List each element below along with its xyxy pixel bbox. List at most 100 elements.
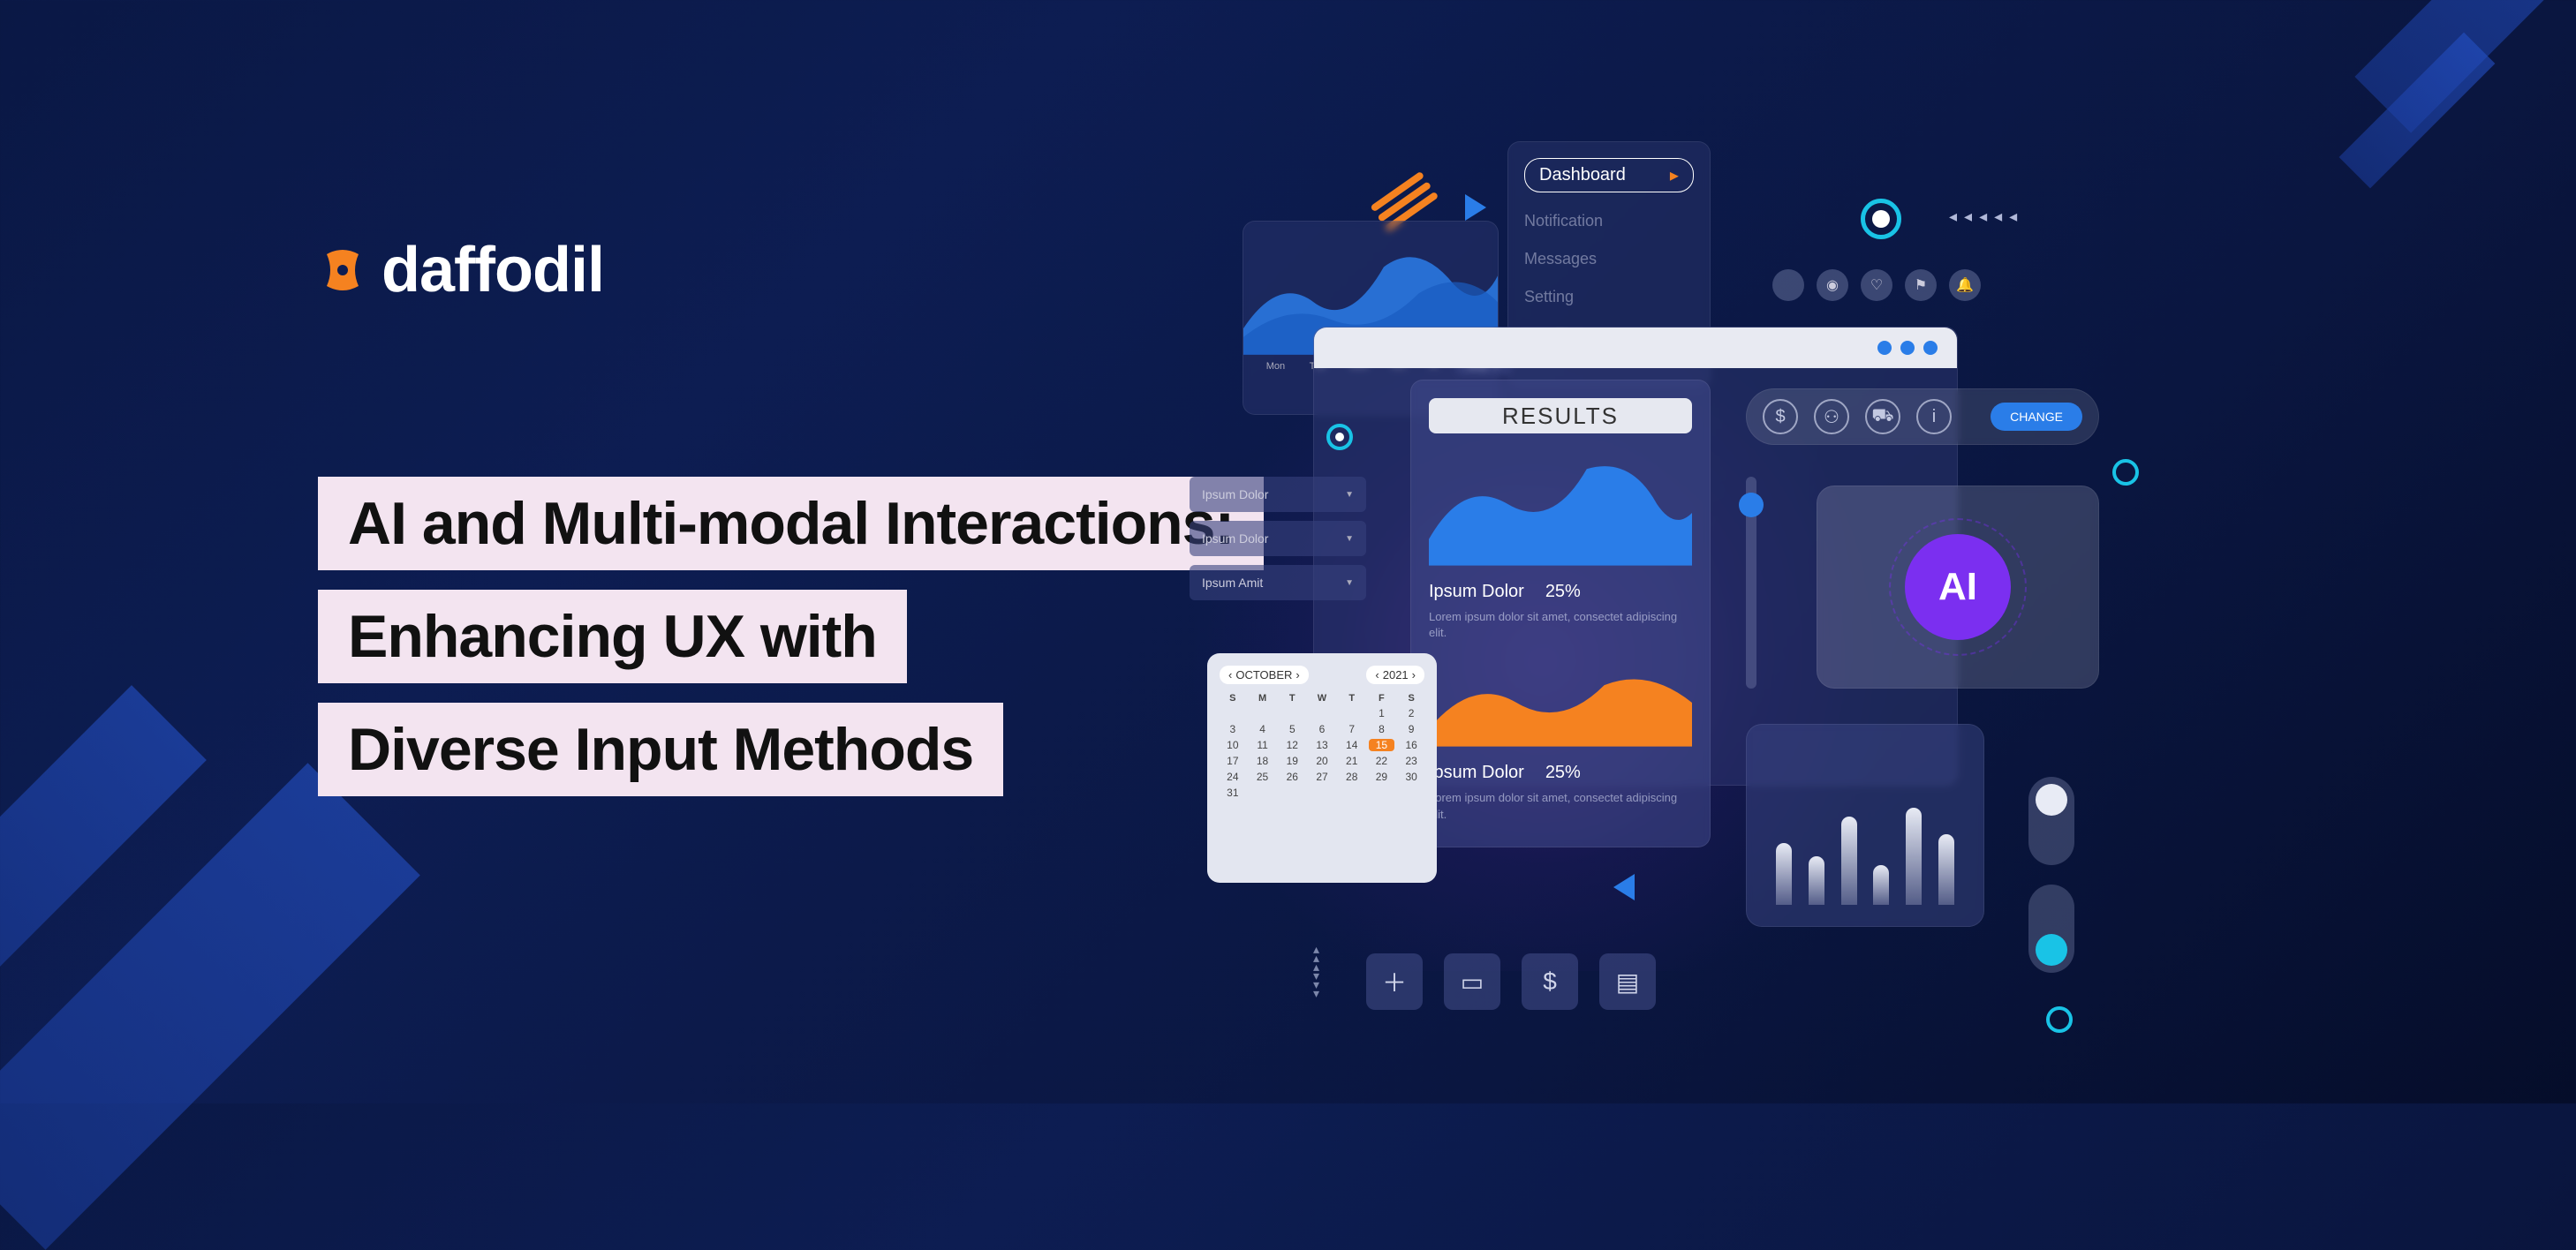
back-icon (1613, 874, 1635, 900)
cal-day[interactable]: 20 (1309, 755, 1335, 767)
cal-day[interactable] (1309, 787, 1335, 799)
plus-icon[interactable]: ＋ (1366, 953, 1423, 1010)
dow-label: S (1220, 693, 1246, 704)
menu-item-setting[interactable]: Setting (1524, 288, 1694, 306)
cal-day[interactable]: 7 (1339, 723, 1365, 735)
cal-day[interactable]: 13 (1309, 739, 1335, 751)
cal-day[interactable]: 12 (1279, 739, 1305, 751)
cal-day[interactable] (1339, 787, 1365, 799)
calendar-year-label: 2021 (1383, 668, 1409, 681)
cal-day[interactable] (1250, 787, 1276, 799)
cal-day[interactable]: 5 (1279, 723, 1305, 735)
bar-icon (1809, 856, 1824, 905)
calendar-month-picker[interactable]: ‹ OCTOBER › (1220, 666, 1309, 684)
cal-day[interactable]: 9 (1398, 723, 1424, 735)
cal-day[interactable]: 23 (1398, 755, 1424, 767)
calendar-month-label: OCTOBER (1235, 668, 1292, 681)
dow-label: W (1309, 693, 1335, 704)
info-icon[interactable]: i (1916, 399, 1952, 434)
menu-active-label: Dashboard (1539, 165, 1626, 185)
cal-day[interactable]: 31 (1220, 787, 1246, 799)
cal-day[interactable] (1220, 707, 1246, 719)
bell-icon: 🔔 (1949, 269, 1981, 301)
dropdown-list: Ipsum Dolor Ipsum Dolor Ipsum Amit (1190, 477, 1366, 609)
dropdown-item[interactable]: Ipsum Dolor (1190, 477, 1366, 512)
calendar-year-picker[interactable]: ‹ 2021 › (1366, 666, 1424, 684)
results-stat-1: Ipsum Dolor 25% (1429, 582, 1692, 602)
cal-day[interactable] (1250, 707, 1276, 719)
cal-day[interactable]: 11 (1250, 739, 1276, 751)
wallet-icon[interactable]: ▭ (1444, 953, 1500, 1010)
stat-value: 25% (1545, 582, 1581, 602)
dollar-icon[interactable]: $ (1763, 399, 1798, 434)
vertical-slider-thumb[interactable] (1739, 493, 1764, 517)
triangle-stack-icon: ▴▴▴▾▾▾ (1313, 945, 1319, 998)
browser-titlebar (1314, 328, 1957, 368)
bar-chart-card (1746, 724, 1984, 927)
cal-day[interactable]: 18 (1250, 755, 1276, 767)
window-dot-icon (1877, 341, 1892, 355)
menu-item-messages[interactable]: Messages (1524, 250, 1694, 268)
ring-icon (1326, 424, 1353, 450)
cal-day[interactable]: 4 (1250, 723, 1276, 735)
window-dot-icon (1900, 341, 1915, 355)
user-icon[interactable]: ⚇ (1814, 399, 1849, 434)
cal-day[interactable]: 21 (1339, 755, 1365, 767)
calendar-card: ‹ OCTOBER › ‹ 2021 › S M T W T F S 12 34… (1207, 653, 1437, 883)
dow-label: S (1398, 693, 1424, 704)
dropdown-label: Ipsum Dolor (1202, 531, 1268, 546)
cal-day[interactable] (1398, 787, 1424, 799)
cal-day[interactable]: 17 (1220, 755, 1246, 767)
dollar-icon[interactable]: $ (1522, 953, 1578, 1010)
circle-icon: ◉ (1817, 269, 1848, 301)
cal-day-today[interactable]: 15 (1369, 739, 1395, 751)
toggle-switch[interactable] (2028, 885, 2074, 973)
cal-day[interactable]: 14 (1339, 739, 1365, 751)
cal-day[interactable]: 25 (1250, 771, 1276, 783)
logo-mark-icon (318, 245, 367, 295)
cal-day[interactable]: 10 (1220, 739, 1246, 751)
toggle-group (2028, 777, 2074, 973)
headline-line-2: Enhancing UX with (318, 590, 907, 683)
ai-chip-card: AI (1817, 486, 2099, 689)
ai-chip-icon: AI (1905, 534, 2011, 640)
cal-day[interactable]: 22 (1369, 755, 1395, 767)
cal-day[interactable] (1339, 707, 1365, 719)
cal-day[interactable]: 2 (1398, 707, 1424, 719)
logo-text: daffodil (381, 234, 604, 306)
cal-day[interactable]: 26 (1279, 771, 1305, 783)
stat-description: Lorem ipsum dolor sit amet, consectet ad… (1429, 609, 1692, 641)
dropdown-item[interactable]: Ipsum Amit (1190, 565, 1366, 600)
cal-day[interactable] (1369, 787, 1395, 799)
toggle-switch[interactable] (2028, 777, 2074, 865)
day-label: Mon (1266, 361, 1285, 372)
change-button[interactable]: CHANGE (1991, 403, 2082, 431)
cart-icon[interactable]: ⛟ (1865, 399, 1900, 434)
cal-day[interactable]: 27 (1309, 771, 1335, 783)
ring-icon (2046, 1006, 2073, 1033)
cal-day[interactable] (1309, 707, 1335, 719)
card-icon[interactable]: ▤ (1599, 953, 1656, 1010)
cal-day[interactable]: 24 (1220, 771, 1246, 783)
cal-day[interactable] (1279, 787, 1305, 799)
chevron-left-icon: ‹ (1228, 668, 1232, 681)
top-icon-row: ◉ ♡ ⚑ 🔔 (1772, 269, 1981, 301)
dropdown-item[interactable]: Ipsum Dolor (1190, 521, 1366, 556)
menu-active-pill[interactable]: Dashboard ▸ (1524, 158, 1694, 192)
cal-day[interactable]: 30 (1398, 771, 1424, 783)
dow-label: T (1339, 693, 1365, 704)
cal-day[interactable] (1279, 707, 1305, 719)
cal-day[interactable]: 19 (1279, 755, 1305, 767)
menu-item-notification[interactable]: Notification (1524, 212, 1694, 230)
ai-chip-label: AI (1938, 565, 1977, 609)
cal-day[interactable]: 3 (1220, 723, 1246, 735)
cal-day[interactable]: 6 (1309, 723, 1335, 735)
results-stat-2: Ipsum Dolor 25% (1429, 763, 1692, 783)
cal-day[interactable]: 29 (1369, 771, 1395, 783)
circle-icon (1772, 269, 1804, 301)
cal-day[interactable]: 28 (1339, 771, 1365, 783)
cal-day[interactable]: 1 (1369, 707, 1395, 719)
cal-day[interactable]: 8 (1369, 723, 1395, 735)
window-dot-icon (1923, 341, 1938, 355)
cal-day[interactable]: 16 (1398, 739, 1424, 751)
